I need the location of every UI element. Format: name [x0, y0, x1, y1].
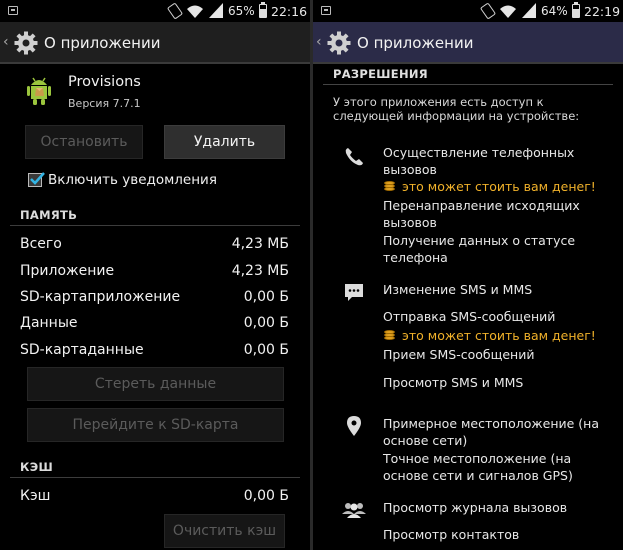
battery-percent: 64%	[541, 4, 568, 18]
vibrate-icon	[166, 2, 184, 20]
storage-row-label: Данные	[20, 315, 78, 331]
storage-row-label: SD-картаданные	[20, 342, 144, 358]
cost-warning: это может стоить вам денег!	[383, 328, 596, 343]
battery-icon	[259, 2, 267, 18]
cache-label: Кэш	[20, 488, 51, 504]
app-version: Версия 7.7.1	[68, 97, 141, 110]
cache-section-header: КЭШ	[20, 460, 53, 474]
back-chevron-icon[interactable]: ‹	[316, 34, 322, 50]
status-bar: 65% 22:16	[0, 0, 310, 22]
notifications-label: Включить уведомления	[48, 172, 217, 188]
permission-read-call-log: Просмотр журнала вызовов	[383, 500, 568, 515]
storage-row-value: 0,00 Б	[243, 315, 289, 331]
permission-phone-status: Получение данных о статусе телефона	[383, 233, 576, 265]
signal-icon	[209, 3, 223, 18]
permission-receive-sms: Прием SMS-сообщений	[383, 347, 535, 362]
storage-row-value: 0,00 Б	[243, 342, 289, 358]
page-title: О приложении	[357, 34, 474, 52]
location-pin-icon	[347, 416, 361, 436]
clock: 22:16	[271, 4, 308, 19]
permission-read-contacts: Просмотр контактов	[383, 527, 520, 542]
clear-data-button[interactable]: Стереть данные	[27, 367, 284, 401]
settings-gear-icon[interactable]	[327, 31, 351, 55]
clock: 22:19	[584, 4, 621, 19]
coins-icon	[383, 181, 396, 192]
coins-icon	[383, 330, 396, 341]
message-icon	[345, 284, 363, 301]
phone-icon	[345, 148, 363, 166]
storage-section-header: ПАМЯТЬ	[20, 208, 78, 222]
permission-read-sms: Просмотр SMS и MMS	[383, 375, 524, 390]
permissions-header: РАЗРЕШЕНИЯ	[333, 67, 428, 81]
action-bar: ‹ О приложении	[0, 22, 310, 64]
permission-send-sms: Отправка SMS-сообщений	[383, 309, 556, 324]
permission-redirect-calls: Перенаправление исходящих вызовов	[383, 198, 580, 230]
storage-row-label: Всего	[20, 236, 62, 252]
wifi-icon	[187, 5, 203, 18]
section-divider	[10, 225, 300, 226]
page-title: О приложении	[44, 34, 161, 52]
battery-percent: 65%	[228, 4, 255, 18]
status-bar: 64% 22:19	[313, 0, 623, 22]
storage-row-value: 4,23 МБ	[231, 263, 289, 279]
app-info-screen: 65% 22:16 ‹ О приложении Provisions Верс…	[0, 0, 310, 550]
cache-value: 0,00 Б	[243, 488, 289, 504]
permissions-screen: 64% 22:19 ‹ О приложении РАЗРЕШЕНИЯ У эт…	[313, 0, 623, 550]
uninstall-button[interactable]: Удалить	[164, 125, 285, 159]
cost-warning: это может стоить вам денег!	[383, 179, 596, 194]
storage-row-value: 4,23 МБ	[231, 236, 289, 252]
vibrate-icon	[479, 2, 497, 20]
notifications-checkbox[interactable]	[28, 172, 45, 187]
move-to-sd-button[interactable]: Перейдите к SD-карта	[27, 408, 284, 442]
permission-edit-sms: Изменение SMS и MMS	[383, 282, 533, 297]
action-bar-divider	[313, 62, 623, 64]
android-app-icon	[27, 77, 51, 105]
signal-icon	[522, 3, 536, 18]
notification-icon	[8, 6, 18, 15]
checkmark-icon	[30, 172, 45, 185]
storage-row-label: SD-картаприложение	[20, 289, 181, 305]
settings-gear-icon[interactable]	[14, 31, 38, 55]
people-icon	[342, 503, 366, 518]
app-name: Provisions	[68, 74, 141, 90]
back-chevron-icon[interactable]: ‹	[3, 34, 9, 50]
permission-approx-location: Примерное местоположение (на основе сети…	[383, 416, 599, 448]
battery-icon	[572, 2, 580, 18]
permission-make-calls: Осуществление телефонных вызовов	[383, 145, 575, 177]
clear-cache-button[interactable]: Очистить кэш	[164, 514, 285, 548]
force-stop-button[interactable]: Остановить	[25, 125, 143, 159]
storage-row-value: 0,00 Б	[243, 289, 289, 305]
notification-icon	[321, 6, 331, 15]
permissions-intro: У этого приложения есть доступ к следующ…	[333, 95, 580, 123]
wifi-icon	[500, 5, 516, 18]
action-bar-divider	[0, 62, 310, 64]
section-divider	[323, 84, 613, 85]
permission-precise-location: Точное местоположение (на основе сети и …	[383, 451, 573, 483]
action-bar: ‹ О приложении	[313, 22, 623, 64]
section-divider	[10, 477, 300, 478]
storage-row-label: Приложение	[20, 263, 115, 279]
